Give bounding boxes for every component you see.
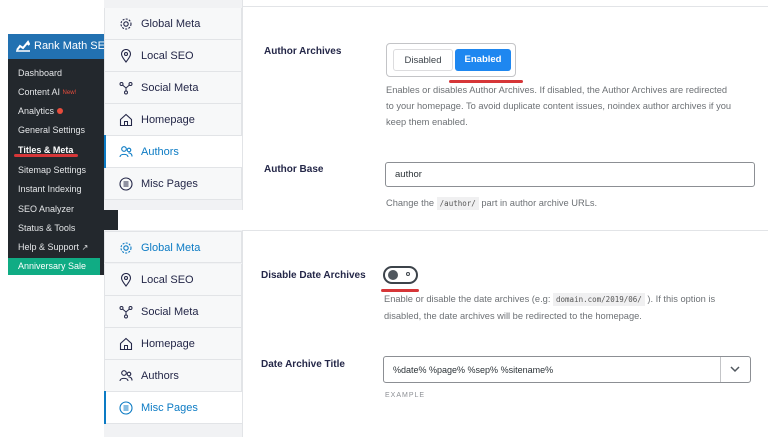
users-icon bbox=[119, 370, 133, 382]
tab-global-meta[interactable]: Global Meta bbox=[104, 231, 242, 263]
top-settings-tabs: Global Meta Local SEO Social Meta Homepa… bbox=[104, 0, 244, 210]
tab-authors[interactable]: Authors bbox=[104, 360, 242, 392]
desc-text: part in author archive URLs. bbox=[481, 198, 598, 208]
variables-dropdown-button[interactable] bbox=[720, 357, 750, 382]
author-path-code: /author/ bbox=[436, 197, 479, 210]
menu-item-titles-meta[interactable]: Titles & Meta bbox=[8, 141, 118, 160]
list-circle-icon bbox=[119, 401, 133, 415]
desc-text: Enable or disable the date archives (e.g… bbox=[384, 294, 551, 304]
author-archives-description: Enables or disables Author Archives. If … bbox=[386, 82, 766, 130]
rank-math-menu-title: Rank Math SEO bbox=[34, 40, 114, 52]
tab-label: Global Meta bbox=[141, 18, 201, 30]
home-icon bbox=[119, 113, 133, 127]
chevron-down-icon bbox=[730, 366, 740, 373]
author-archives-switch: Disabled Enabled bbox=[386, 43, 516, 77]
author-archives-label: Author Archives bbox=[264, 46, 342, 57]
tab-social-meta[interactable]: Social Meta bbox=[104, 72, 242, 104]
desc-text: ). If this option is bbox=[647, 294, 716, 304]
menu-item-analytics-label: Analytics bbox=[18, 106, 55, 116]
menu-item-general-settings[interactable]: General Settings bbox=[8, 121, 118, 140]
menu-item-dashboard[interactable]: Dashboard bbox=[8, 64, 118, 83]
tab-homepage[interactable]: Homepage bbox=[104, 328, 242, 360]
tab-misc-pages[interactable]: Misc Pages bbox=[104, 391, 242, 424]
desc-line: to your homepage. To avoid duplicate con… bbox=[386, 101, 732, 111]
external-link-icon: ↗ bbox=[81, 243, 89, 252]
menu-item-help-support-label: Help & Support bbox=[18, 242, 80, 252]
gear-icon bbox=[120, 18, 132, 30]
location-pin-icon bbox=[120, 49, 132, 63]
desc-line: Enables or disables Author Archives. If … bbox=[386, 85, 728, 95]
share-nodes-icon bbox=[119, 82, 133, 95]
tab-label: Authors bbox=[141, 370, 179, 382]
share-nodes-icon bbox=[119, 306, 133, 319]
desc-line: keep them enabled. bbox=[386, 117, 468, 127]
menu-item-content-ai[interactable]: Content AI New! bbox=[8, 83, 118, 102]
tab-label: Global Meta bbox=[141, 242, 201, 254]
date-archive-title-label: Date Archive Title bbox=[261, 359, 345, 370]
home-icon bbox=[119, 337, 133, 351]
notification-dot-icon bbox=[57, 108, 64, 114]
date-archives-description: Enable or disable the date archives (e.g… bbox=[384, 291, 768, 324]
top-panel-top-border bbox=[242, 6, 768, 7]
menu-item-status-tools[interactable]: Status & Tools bbox=[8, 219, 118, 238]
author-base-description: Change the /author/ part in author archi… bbox=[386, 195, 766, 212]
date-path-code: domain.com/2019/06/ bbox=[553, 293, 645, 306]
date-archives-toggle[interactable] bbox=[383, 266, 418, 284]
disable-date-archives-label: Disable Date Archives bbox=[261, 270, 366, 281]
example-label: EXAMPLE bbox=[385, 392, 426, 399]
menu-item-content-ai-label: Content AI bbox=[18, 87, 61, 97]
bottom-settings-tabs: Global Meta Local SEO Social Meta Homepa… bbox=[104, 230, 244, 437]
users-icon bbox=[119, 146, 133, 158]
date-archive-title-field[interactable]: %date% %page% %sep% %sitename% bbox=[383, 356, 751, 383]
disabled-option-button[interactable]: Disabled bbox=[393, 49, 453, 71]
tab-label: Authors bbox=[141, 146, 179, 158]
toggle-knob bbox=[388, 270, 398, 280]
tab-misc-pages[interactable]: Misc Pages bbox=[104, 168, 242, 200]
anniversary-sale-link[interactable]: Anniversary Sale bbox=[8, 258, 100, 275]
desc-line: disabled, the date archives will be redi… bbox=[384, 311, 642, 321]
new-badge: New! bbox=[62, 90, 77, 96]
top-panel-divider bbox=[242, 0, 243, 210]
tab-local-seo[interactable]: Local SEO bbox=[104, 40, 242, 72]
tab-homepage[interactable]: Homepage bbox=[104, 104, 242, 136]
author-base-label: Author Base bbox=[264, 164, 324, 175]
location-pin-icon bbox=[120, 273, 132, 287]
list-circle-icon bbox=[119, 177, 133, 191]
menu-item-help-support[interactable]: Help & Support ↗ bbox=[8, 238, 118, 257]
gear-icon bbox=[120, 242, 132, 254]
tab-label: Misc Pages bbox=[141, 178, 198, 190]
rank-math-logo-icon bbox=[16, 40, 30, 52]
tab-authors[interactable]: Authors bbox=[104, 135, 242, 168]
menu-item-analytics[interactable]: Analytics bbox=[8, 102, 118, 121]
tab-label: Homepage bbox=[141, 114, 195, 126]
bottom-panel-top-border bbox=[242, 230, 768, 231]
tab-label: Homepage bbox=[141, 338, 195, 350]
tab-label: Social Meta bbox=[141, 82, 199, 94]
enabled-option-button[interactable]: Enabled bbox=[455, 49, 511, 71]
date-archive-title-value: %date% %page% %sep% %sitename% bbox=[393, 365, 554, 375]
rank-math-menu-header[interactable]: Rank Math SEO bbox=[8, 34, 118, 59]
titles-meta-highlight-underline bbox=[14, 154, 78, 157]
tab-social-meta[interactable]: Social Meta bbox=[104, 296, 242, 328]
author-base-input[interactable]: author bbox=[385, 162, 755, 187]
bottom-panel-divider bbox=[242, 230, 243, 437]
tab-label: Misc Pages bbox=[141, 402, 198, 414]
toggle-off-indicator-icon bbox=[406, 272, 410, 276]
tab-label: Local SEO bbox=[141, 50, 194, 62]
menu-item-sitemap-settings[interactable]: Sitemap Settings bbox=[8, 161, 118, 180]
desc-text: Change the bbox=[386, 198, 435, 208]
menu-item-seo-analyzer[interactable]: SEO Analyzer bbox=[8, 200, 118, 219]
tab-label: Local SEO bbox=[141, 274, 194, 286]
menu-item-instant-indexing[interactable]: Instant Indexing bbox=[8, 180, 118, 199]
tab-global-meta[interactable]: Global Meta bbox=[104, 8, 242, 40]
tab-label: Social Meta bbox=[141, 306, 199, 318]
tab-local-seo[interactable]: Local SEO bbox=[104, 264, 242, 296]
